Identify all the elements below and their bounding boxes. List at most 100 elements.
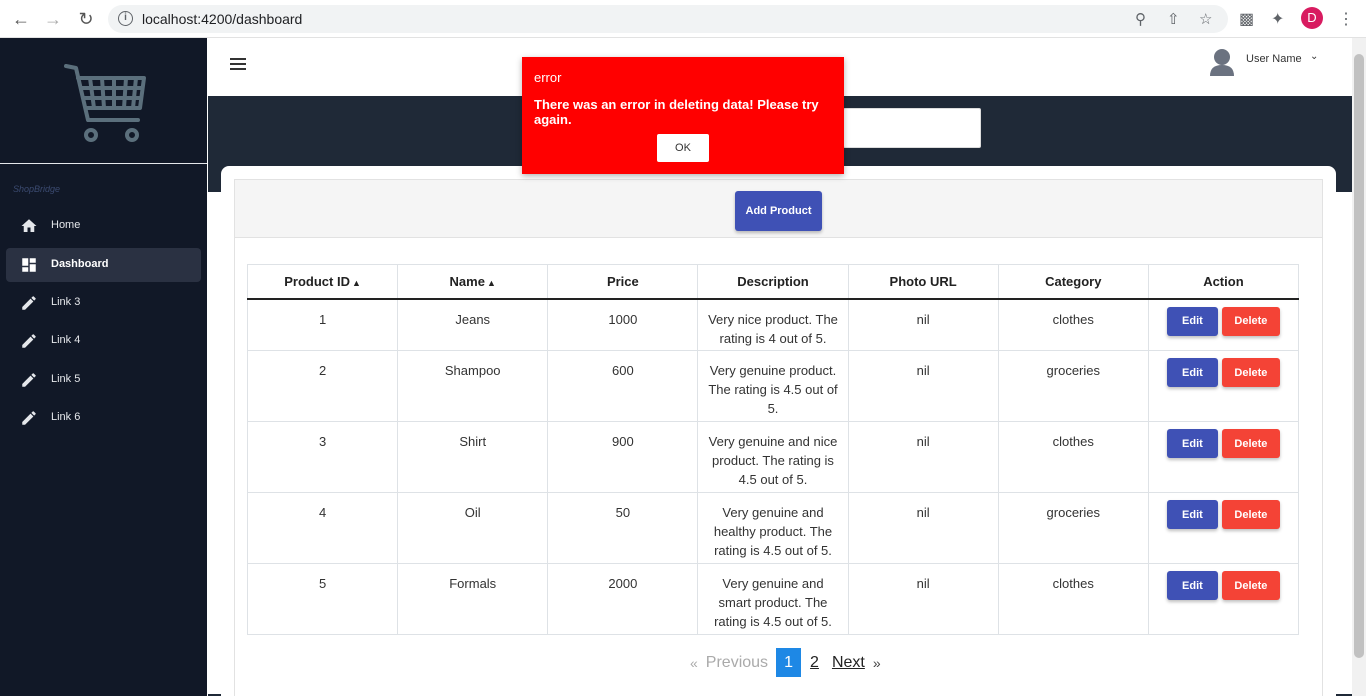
column-header-action: Action bbox=[1147, 264, 1300, 300]
column-header-photo-url: Photo URL bbox=[847, 264, 999, 300]
address-bar[interactable]: i localhost:4200/dashboard ⚲ ⇧ ☆ bbox=[108, 5, 1228, 33]
cell-category: groceries bbox=[997, 350, 1149, 422]
cell-photo-url: nil bbox=[847, 563, 999, 635]
chevron-down-icon[interactable]: ⌄ bbox=[1310, 51, 1318, 62]
column-header-price: Price bbox=[547, 264, 699, 300]
cell-product-id: 1 bbox=[246, 298, 399, 351]
dialog-message: There was an error in deleting data! Ple… bbox=[534, 97, 819, 127]
sidebar-item-label: Link 5 bbox=[51, 373, 81, 385]
table-row: 5 Formals 2000 Very genuine and smart pr… bbox=[246, 563, 1300, 635]
delete-button[interactable]: Delete bbox=[1221, 429, 1280, 458]
cell-action: Edit Delete bbox=[1147, 421, 1300, 493]
cell-product-id: 4 bbox=[246, 492, 399, 564]
scrollbar-thumb[interactable] bbox=[1354, 54, 1364, 658]
cell-price: 600 bbox=[547, 350, 699, 422]
cell-price: 50 bbox=[547, 492, 699, 564]
cell-category: groceries bbox=[997, 492, 1149, 564]
add-product-button[interactable]: Add Product bbox=[735, 191, 822, 231]
back-icon[interactable]: ← bbox=[11, 9, 31, 29]
sidebar-item-link-3[interactable]: Link 3 bbox=[6, 286, 201, 320]
hamburger-menu-icon[interactable] bbox=[230, 58, 246, 70]
next-page-link[interactable]: Next bbox=[832, 654, 865, 672]
edit-button[interactable]: Edit bbox=[1166, 358, 1218, 387]
sidebar: ShopBridge Home Dashboard Link 3 Link 4 … bbox=[0, 38, 207, 696]
sidebar-item-label: Link 6 bbox=[51, 411, 81, 423]
url-text[interactable]: localhost:4200/dashboard bbox=[142, 11, 302, 27]
cell-action: Edit Delete bbox=[1147, 492, 1300, 564]
column-header-product-id[interactable]: Product ID ▲︎ bbox=[246, 264, 399, 300]
table-row: 2 Shampoo 600 Very genuine product. The … bbox=[246, 350, 1300, 422]
user-avatar-icon[interactable] bbox=[1208, 46, 1236, 76]
cell-photo-url: nil bbox=[847, 492, 999, 564]
profile-avatar[interactable]: D bbox=[1301, 7, 1323, 29]
cell-name: Shampoo bbox=[397, 350, 549, 422]
delete-button[interactable]: Delete bbox=[1221, 358, 1280, 387]
products-table: Product ID ▲︎ Name ▲︎ Price Description Ph… bbox=[246, 264, 1300, 635]
page-2-link[interactable]: 2 bbox=[810, 654, 819, 672]
column-header-description: Description bbox=[697, 264, 849, 300]
cell-description: Very genuine and healthy product. The ra… bbox=[697, 492, 849, 564]
cell-price: 900 bbox=[547, 421, 699, 493]
previous-arrow: « bbox=[690, 654, 698, 671]
brand-name: ShopBridge bbox=[13, 184, 61, 194]
pencil-icon bbox=[22, 411, 36, 425]
forward-icon[interactable]: → bbox=[43, 9, 63, 29]
previous-page-link[interactable]: Previous bbox=[706, 654, 768, 672]
cell-product-id: 2 bbox=[246, 350, 399, 422]
page-scrollbar[interactable] bbox=[1352, 38, 1366, 696]
zoom-icon[interactable]: ⚲ bbox=[1135, 10, 1146, 28]
cell-description: Very genuine and smart product. The rati… bbox=[697, 563, 849, 635]
sidebar-item-label: Dashboard bbox=[51, 258, 109, 270]
cell-name: Oil bbox=[397, 492, 549, 564]
sort-icon[interactable]: ▲︎ bbox=[352, 278, 361, 288]
bookmark-star-icon[interactable]: ☆ bbox=[1199, 10, 1212, 28]
sidebar-item-label: Home bbox=[51, 219, 81, 231]
reload-icon[interactable]: ↻ bbox=[76, 9, 96, 29]
sidebar-item-label: Link 3 bbox=[51, 296, 81, 308]
delete-button[interactable]: Delete bbox=[1221, 306, 1280, 336]
cell-category: clothes bbox=[997, 298, 1149, 351]
cell-category: clothes bbox=[997, 563, 1149, 635]
user-name[interactable]: User Name bbox=[1246, 53, 1302, 65]
sidebar-item-dashboard[interactable]: Dashboard bbox=[6, 248, 201, 282]
cell-action: Edit Delete bbox=[1147, 350, 1300, 422]
sidebar-item-link-5[interactable]: Link 5 bbox=[6, 363, 201, 397]
sort-icon[interactable]: ▲︎ bbox=[487, 278, 496, 288]
table-row: 4 Oil 50 Very genuine and healthy produc… bbox=[246, 492, 1300, 564]
delete-button[interactable]: Delete bbox=[1221, 500, 1280, 529]
edit-button[interactable]: Edit bbox=[1166, 306, 1218, 336]
edit-button[interactable]: Edit bbox=[1166, 429, 1218, 458]
dashboard-icon bbox=[22, 258, 36, 272]
pagination: « Previous 1 2 Next » bbox=[690, 648, 881, 677]
dialog-title: error bbox=[534, 70, 562, 85]
error-dialog: error There was an error in deleting dat… bbox=[522, 57, 844, 174]
edit-button[interactable]: Edit bbox=[1166, 571, 1218, 600]
sidebar-item-link-4[interactable]: Link 4 bbox=[6, 324, 201, 358]
sidebar-item-label: Link 4 bbox=[51, 334, 81, 346]
cell-photo-url: nil bbox=[847, 421, 999, 493]
cell-action: Edit Delete bbox=[1147, 298, 1300, 351]
sidebar-item-home[interactable]: Home bbox=[6, 209, 201, 243]
cell-action: Edit Delete bbox=[1147, 563, 1300, 635]
cell-product-id: 5 bbox=[246, 563, 399, 635]
page-1-current[interactable]: 1 bbox=[776, 648, 802, 677]
edit-button[interactable]: Edit bbox=[1166, 500, 1218, 529]
share-icon[interactable]: ⇧ bbox=[1167, 10, 1180, 28]
ok-button[interactable]: OK bbox=[657, 134, 709, 162]
pencil-icon bbox=[22, 334, 36, 348]
sidebar-divider bbox=[0, 163, 207, 164]
next-arrow: » bbox=[872, 654, 881, 671]
site-info-icon[interactable]: i bbox=[118, 11, 133, 26]
sidebar-item-link-6[interactable]: Link 6 bbox=[6, 401, 201, 435]
more-menu-icon[interactable]: ⋮ bbox=[1338, 9, 1354, 29]
column-header-category: Category bbox=[997, 264, 1149, 300]
search-input[interactable] bbox=[843, 108, 981, 148]
extension-icon[interactable]: ▩ bbox=[1239, 9, 1254, 29]
cell-description: Very genuine product. The rating is 4.5 … bbox=[697, 350, 849, 422]
pencil-icon bbox=[22, 296, 36, 310]
cell-name: Formals bbox=[397, 563, 549, 635]
column-header-name[interactable]: Name ▲︎ bbox=[397, 264, 549, 300]
puzzle-icon[interactable]: ✦ bbox=[1271, 9, 1284, 29]
delete-button[interactable]: Delete bbox=[1221, 571, 1280, 600]
browser-toolbar: ← → ↻ i localhost:4200/dashboard ⚲ ⇧ ☆ ▩… bbox=[0, 0, 1366, 38]
